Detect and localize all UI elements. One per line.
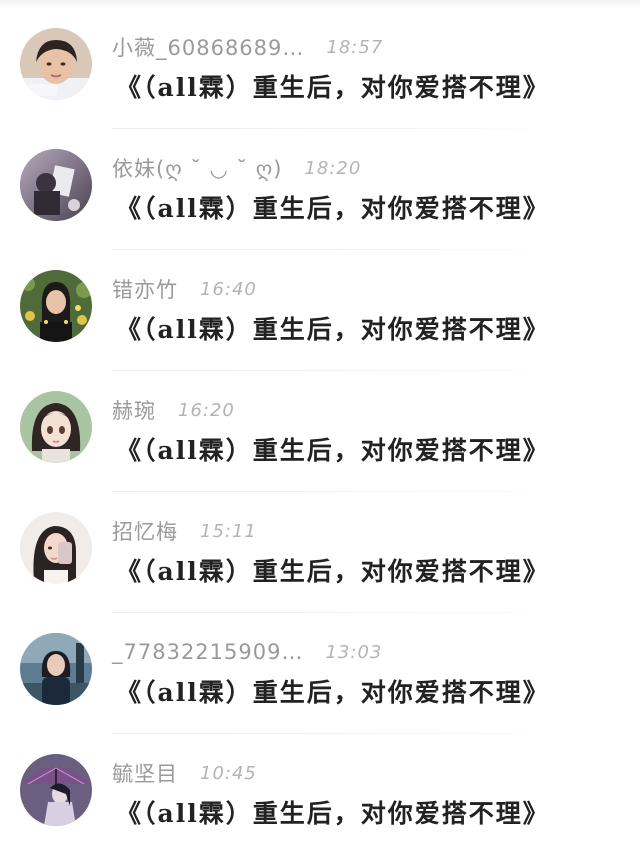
comment-item[interactable]: 依妹(ღ ˘ ◡ ˘ ღ) 18:20 《（all霖）重生后，对你爱搭不理》 <box>0 129 640 250</box>
comment-meta: 小薇_60868689… 18:57 <box>112 32 383 62</box>
comment-text: 《（all霖）重生后，对你爱搭不理》 <box>116 678 550 707</box>
comment-text: 《（all霖）重生后，对你爱搭不理》 <box>116 315 550 344</box>
umbrella-art-avatar[interactable] <box>20 754 92 826</box>
comment-meta: 错亦竹 16:40 <box>112 274 257 304</box>
girl-flowers-avatar[interactable] <box>20 270 92 342</box>
username[interactable]: 依妹(ღ ˘ ◡ ˘ ღ) <box>112 153 282 183</box>
comment-meta: 赫琬 16:20 <box>112 395 235 425</box>
girl-street-avatar[interactable] <box>20 633 92 705</box>
timestamp: 13:03 <box>325 641 383 663</box>
girl-selfie-avatar[interactable] <box>20 28 92 100</box>
comment-text: 《（all霖）重生后，对你爱搭不理》 <box>116 73 550 102</box>
girl-phone-avatar[interactable] <box>20 512 92 584</box>
anime-girl-avatar[interactable] <box>20 391 92 463</box>
username[interactable]: 招忆梅 <box>112 516 178 546</box>
username[interactable]: 毓坚目 <box>112 758 178 788</box>
comment-text: 《（all霖）重生后，对你爱搭不理》 <box>116 557 550 586</box>
username[interactable]: 小薇_60868689… <box>112 32 304 62</box>
comment-item[interactable]: 小薇_60868689… 18:57 《（all霖）重生后，对你爱搭不理》 <box>0 8 640 129</box>
comment-item[interactable]: 招忆梅 15:11 《（all霖）重生后，对你爱搭不理》 <box>0 492 640 613</box>
comment-meta: 招忆梅 15:11 <box>112 516 257 546</box>
timestamp: 15:11 <box>200 520 257 542</box>
comment-item[interactable]: 赫琬 16:20 《（all霖）重生后，对你爱搭不理》 <box>0 371 640 492</box>
timestamp: 16:20 <box>178 399 235 421</box>
comment-list: 小薇_60868689… 18:57 《（all霖）重生后，对你爱搭不理》 依妹… <box>0 8 640 855</box>
username[interactable]: 赫琬 <box>112 395 156 425</box>
timestamp: 10:45 <box>200 762 257 784</box>
top-edge <box>0 0 640 8</box>
comment-meta: 依妹(ღ ˘ ◡ ˘ ღ) 18:20 <box>112 153 361 183</box>
comment-text: 《（all霖）重生后，对你爱搭不理》 <box>116 799 550 828</box>
comment-text: 《（all霖）重生后，对你爱搭不理》 <box>116 436 550 465</box>
comment-item[interactable]: _77832215909… 13:03 《（all霖）重生后，对你爱搭不理》 <box>0 613 640 734</box>
comment-meta: _77832215909… 13:03 <box>112 637 382 667</box>
timestamp: 18:20 <box>304 157 362 179</box>
username[interactable]: 错亦竹 <box>112 274 178 304</box>
dark-photo-avatar[interactable] <box>20 149 92 221</box>
comment-text: 《（all霖）重生后，对你爱搭不理》 <box>116 194 550 223</box>
timestamp: 16:40 <box>200 278 257 300</box>
username[interactable]: _77832215909… <box>112 640 303 664</box>
comment-item[interactable]: 毓坚目 10:45 《（all霖）重生后，对你爱搭不理》 <box>0 734 640 855</box>
timestamp: 18:57 <box>326 36 384 58</box>
comment-item[interactable]: 错亦竹 16:40 《（all霖）重生后，对你爱搭不理》 <box>0 250 640 371</box>
comment-meta: 毓坚目 10:45 <box>112 758 257 788</box>
